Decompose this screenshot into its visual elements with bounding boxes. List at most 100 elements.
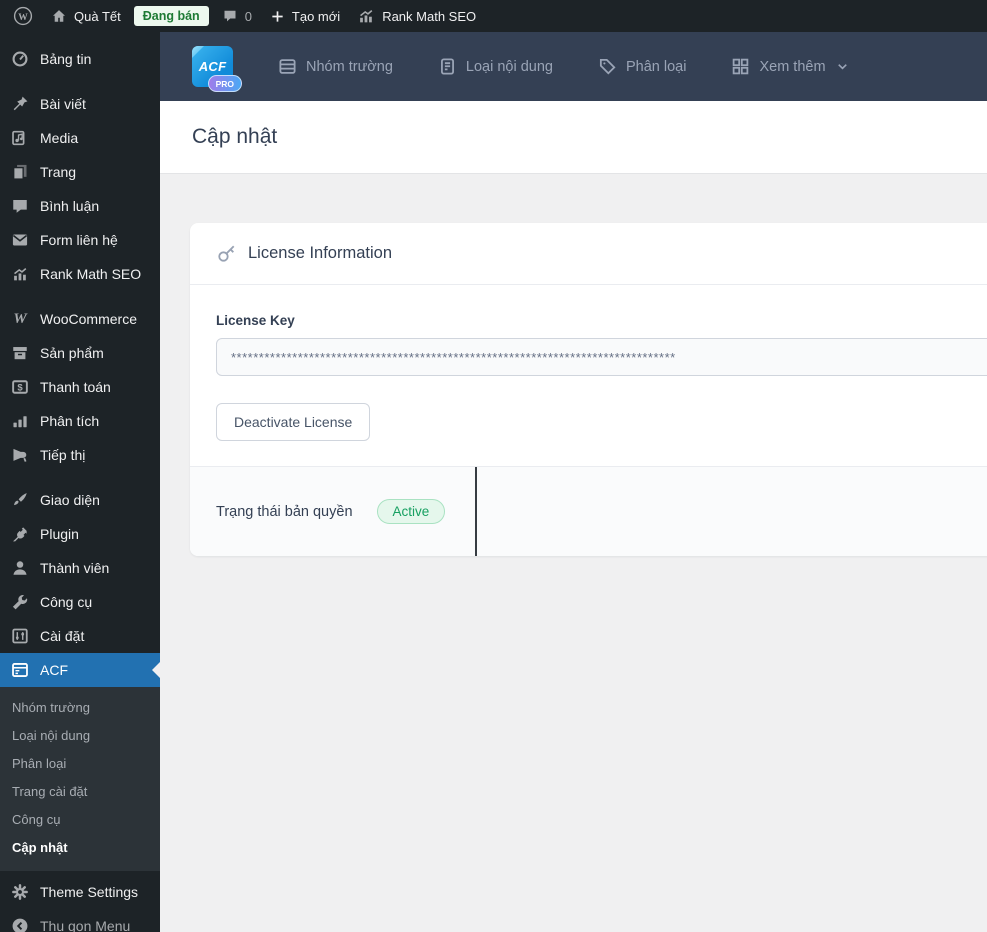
acf-nav-label: Xem thêm: [759, 58, 826, 75]
sidebar-item-label: Tiếp thị: [40, 447, 86, 463]
store-status-badge: Đang bán: [133, 6, 209, 26]
license-key-input[interactable]: [216, 338, 987, 376]
menu-separator: [0, 76, 160, 87]
comments-menu[interactable]: 0: [213, 0, 261, 32]
admin-bar: W Quà Tết Đang bán 0 Tạo mới Rank Math S…: [0, 0, 987, 32]
sidebar-item-label: Rank Math SEO: [40, 266, 142, 282]
deactivate-license-button[interactable]: Deactivate License: [216, 403, 371, 441]
page-header: Cập nhật: [160, 101, 987, 174]
license-status-row: Trạng thái bản quyền Active: [190, 466, 987, 556]
menu-separator: [0, 291, 160, 302]
sidebar-item-contact-form[interactable]: Form liên hệ: [0, 223, 160, 257]
comment-count: 0: [244, 8, 252, 24]
acf-nav-label: Nhóm trường: [306, 58, 393, 75]
sidebar-item-label: Công cụ: [40, 594, 93, 610]
tag-icon: [599, 58, 616, 75]
license-key-label: License Key: [216, 313, 295, 328]
acf-top-nav: ACF PRO Nhóm trường Loại nội dung Phân l…: [160, 32, 987, 101]
media-icon: [10, 128, 30, 148]
submenu-item-post-types[interactable]: Loại nội dung: [0, 722, 160, 750]
mail-icon: [10, 230, 30, 250]
page-content: License Information License Key Deactiva…: [160, 174, 987, 932]
plus-icon: [272, 10, 283, 22]
acf-nav-post-types[interactable]: Loại nội dung: [438, 57, 553, 76]
license-status-empty-cell: [477, 467, 987, 556]
acf-pro-badge: PRO: [207, 75, 242, 92]
grid-icon: [733, 58, 749, 75]
sidebar-item-acf[interactable]: ACF: [0, 653, 160, 687]
sidebar-item-label: Thành viên: [40, 560, 110, 576]
chevron-down-icon: [837, 64, 847, 70]
acf-nav-label: Phân loại: [626, 58, 687, 75]
plugin-icon: [10, 524, 30, 544]
acf-nav-more[interactable]: Xem thêm: [731, 57, 849, 76]
sidebar-item-label: Form liên hệ: [40, 232, 118, 248]
wordpress-logo-icon: W: [13, 6, 33, 26]
sidebar-item-label: Sản phẩm: [40, 345, 104, 361]
svg-text:$: $: [17, 382, 23, 393]
sidebar-item-comments[interactable]: Bình luận: [0, 189, 160, 223]
document-icon: [440, 58, 454, 75]
sidebar-item-payments[interactable]: $ Thanh toán: [0, 370, 160, 404]
page-title: Cập nhật: [192, 125, 278, 148]
sidebar-item-users[interactable]: Thành viên: [0, 551, 160, 585]
sidebar-item-tools[interactable]: Công cụ: [0, 585, 160, 619]
rankmath-menu[interactable]: Rank Math SEO: [349, 0, 485, 32]
user-icon: [10, 558, 30, 578]
new-content-menu[interactable]: Tạo mới: [261, 0, 349, 32]
menu-separator: [0, 472, 160, 483]
license-information-card: License Information License Key Deactiva…: [190, 223, 987, 556]
rankmath-icon: [360, 9, 373, 22]
acf-nav-field-groups[interactable]: Nhóm trường: [278, 57, 393, 76]
sidebar-item-label: Giao diện: [40, 492, 100, 508]
product-box-icon: [10, 343, 30, 363]
submenu-item-taxonomies[interactable]: Phân loại: [0, 750, 160, 778]
woocommerce-icon: W: [13, 310, 27, 327]
sidebar-item-theme-settings[interactable]: Theme Settings: [0, 875, 160, 909]
home-icon: [53, 10, 65, 22]
collapse-menu-label: Thu gọn Menu: [40, 918, 131, 932]
sidebar-item-label: Trang: [40, 164, 77, 180]
card-title: License Information: [248, 244, 392, 262]
acf-logo[interactable]: ACF PRO: [192, 46, 242, 92]
paintbrush-icon: [10, 490, 30, 510]
sidebar-item-plugins[interactable]: Plugin: [0, 517, 160, 551]
dashboard-icon: [10, 49, 30, 69]
sidebar-item-label: Plugin: [40, 526, 79, 542]
submenu-item-options-pages[interactable]: Trang cài đặt: [0, 778, 160, 806]
submenu-item-updates[interactable]: Cập nhật: [0, 834, 160, 862]
sidebar-item-rankmath[interactable]: Rank Math SEO: [0, 257, 160, 291]
wordpress-menu[interactable]: W: [4, 0, 42, 32]
rows-icon: [279, 59, 296, 74]
sidebar-item-dashboard[interactable]: Bảng tin: [0, 42, 160, 76]
settings-icon: [10, 626, 30, 646]
collapse-menu-button[interactable]: Thu gọn Menu: [0, 909, 160, 932]
submenu-item-tools[interactable]: Công cụ: [0, 806, 160, 834]
sidebar-item-appearance[interactable]: Giao diện: [0, 483, 160, 517]
sidebar-item-pages[interactable]: Trang: [0, 155, 160, 189]
wrench-icon: [10, 592, 30, 612]
analytics-icon: [10, 411, 30, 431]
sidebar-item-posts[interactable]: Bài viết: [0, 87, 160, 121]
sidebar-item-products[interactable]: Sản phẩm: [0, 336, 160, 370]
svg-text:W: W: [18, 13, 28, 23]
new-content-label: Tạo mới: [291, 8, 341, 24]
license-status-badge: Active: [376, 499, 446, 524]
license-status-label: Trạng thái bản quyền: [216, 503, 353, 520]
sidebar-item-label: Bình luận: [40, 198, 100, 214]
submenu-item-field-groups[interactable]: Nhóm trường: [0, 694, 160, 722]
site-menu[interactable]: Quà Tết: [42, 0, 130, 32]
sidebar-item-media[interactable]: Media: [0, 121, 160, 155]
sidebar-item-settings[interactable]: Cài đặt: [0, 619, 160, 653]
acf-nav-taxonomies[interactable]: Phân loại: [598, 57, 686, 76]
payment-icon: $: [10, 377, 30, 397]
sidebar-item-marketing[interactable]: Tiếp thị: [0, 438, 160, 472]
sidebar-item-label: WooCommerce: [40, 311, 137, 327]
sidebar-item-woocommerce[interactable]: W WooCommerce: [0, 302, 160, 336]
sidebar-item-label: Cài đặt: [40, 628, 85, 644]
sidebar-item-label: Bài viết: [40, 96, 86, 112]
current-menu-arrow: [152, 662, 160, 678]
rankmath-icon: [10, 264, 30, 284]
sidebar-item-analytics[interactable]: Phân tích: [0, 404, 160, 438]
collapse-icon: [10, 916, 30, 932]
